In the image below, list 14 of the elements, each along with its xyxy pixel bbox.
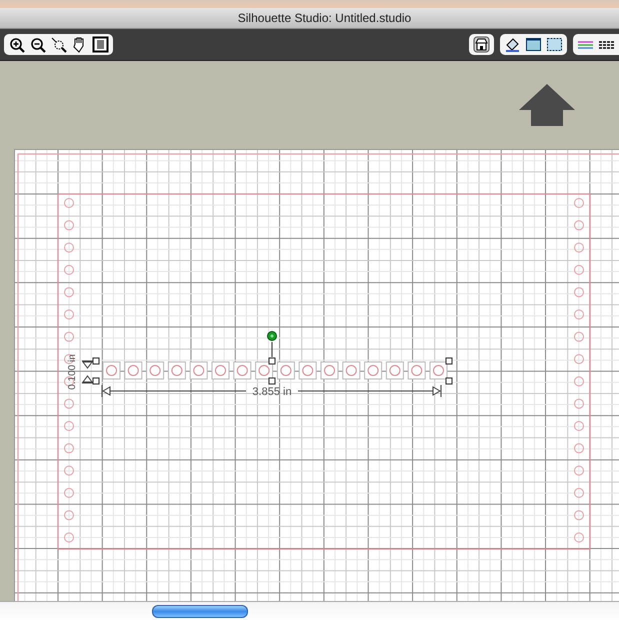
width-label: 3.855 in [252,386,292,398]
zoom-out-icon[interactable] [29,36,46,53]
window-icon[interactable] [525,36,542,53]
fit-page-icon[interactable] [92,36,109,53]
height-dimension-arrow [82,360,94,384]
dotted-fill-icon[interactable] [546,36,563,53]
store-icon[interactable] [473,36,490,53]
window-title: Silhouette Studio: Untitled.studio [236,11,412,25]
zoom-selection-icon[interactable] [50,36,67,53]
height-label: 0.100 in [67,354,78,390]
up-arrow-icon[interactable] [519,84,575,126]
fill-tool-icon[interactable] [504,36,521,53]
zoom-in-icon[interactable] [8,36,25,53]
scrollbar-thumb[interactable] [152,605,248,618]
